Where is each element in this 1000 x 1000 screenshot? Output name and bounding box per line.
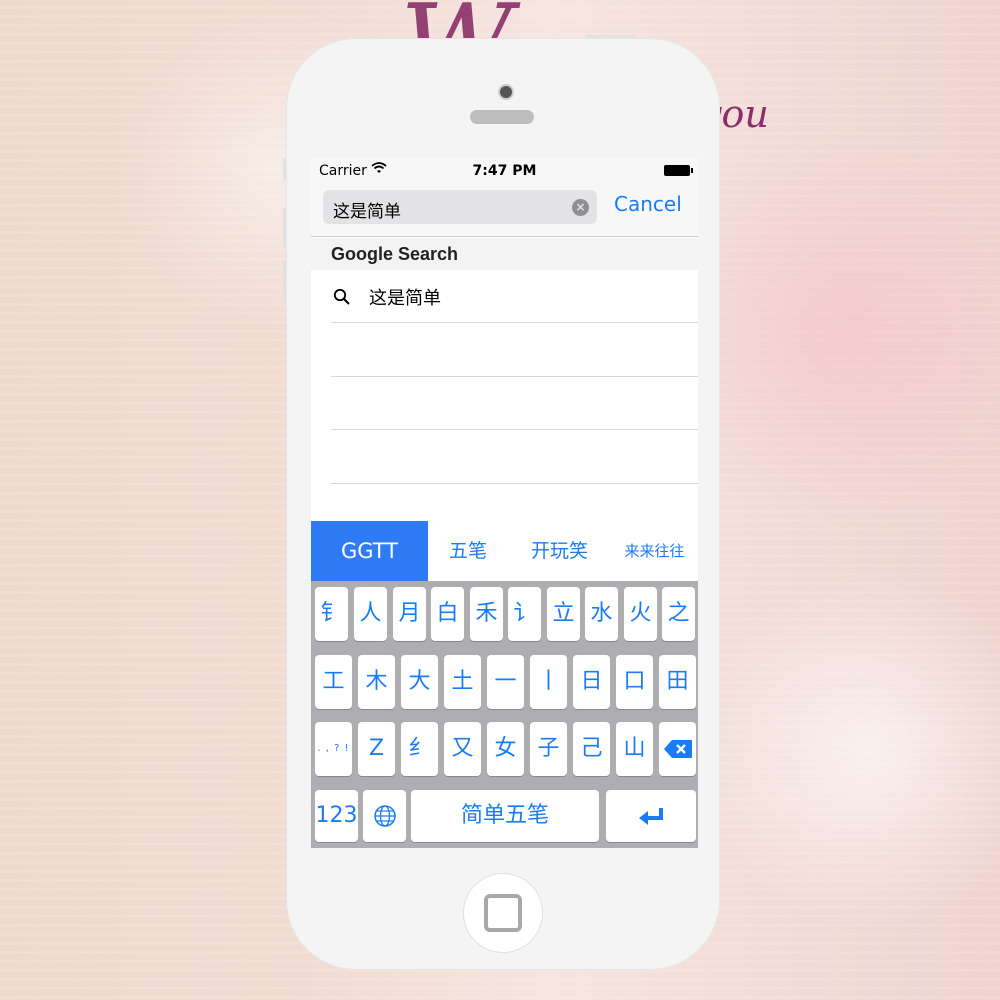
- mute-switch: [283, 158, 286, 180]
- keyboard: 钅 人 月 白 禾 讠 立 水 火 之 工 木 大 土 一 丨 日 口 田 . …: [311, 581, 698, 848]
- suggestion-text: 这是简单: [369, 288, 441, 309]
- search-bar: 这是简单 × Cancel: [311, 184, 698, 237]
- search-suggestion-row[interactable]: 这是简单: [331, 270, 698, 323]
- candidate-item[interactable]: 五笔: [428, 521, 508, 581]
- key[interactable]: 月: [393, 587, 426, 641]
- backspace-icon: [659, 722, 696, 765]
- key[interactable]: 丨: [530, 655, 567, 709]
- key[interactable]: 讠: [508, 587, 541, 641]
- status-time: 7:47 PM: [472, 163, 537, 179]
- key[interactable]: Z: [358, 722, 395, 776]
- key[interactable]: 人: [354, 587, 387, 641]
- key[interactable]: 水: [585, 587, 618, 641]
- home-square-icon: [484, 894, 522, 932]
- key[interactable]: 大: [401, 655, 438, 709]
- key[interactable]: 土: [444, 655, 481, 709]
- earpiece-speaker: [470, 110, 534, 124]
- symbols-key[interactable]: . , ? !: [315, 722, 352, 776]
- key[interactable]: 田: [659, 655, 696, 709]
- key[interactable]: 钅: [315, 587, 348, 641]
- backspace-key[interactable]: [659, 722, 696, 776]
- globe-key[interactable]: [363, 790, 406, 842]
- empty-row: [331, 377, 698, 430]
- globe-icon: [363, 790, 406, 834]
- clear-icon[interactable]: ×: [572, 199, 589, 216]
- key[interactable]: 立: [547, 587, 580, 641]
- power-button: [586, 35, 636, 38]
- return-icon: [606, 790, 696, 832]
- cancel-button[interactable]: Cancel: [614, 192, 682, 216]
- search-input[interactable]: 这是简单 ×: [323, 190, 597, 224]
- home-button[interactable]: [464, 874, 542, 952]
- front-camera: [498, 84, 514, 100]
- key[interactable]: 又: [444, 722, 481, 776]
- section-header: Google Search: [311, 238, 698, 270]
- key[interactable]: 日: [573, 655, 610, 709]
- phone-screen: Carrier 7:47 PM 这是简单 × Cancel Google Sea…: [311, 158, 698, 848]
- key[interactable]: 山: [616, 722, 653, 776]
- search-icon: [333, 288, 351, 310]
- key[interactable]: 一: [487, 655, 524, 709]
- key[interactable]: 工: [315, 655, 352, 709]
- empty-row: [331, 324, 698, 377]
- key[interactable]: 子: [530, 722, 567, 776]
- candidate-item[interactable]: 开玩笑: [508, 521, 611, 581]
- empty-row: [331, 431, 698, 484]
- volume-up-button: [283, 208, 286, 248]
- key[interactable]: 女: [487, 722, 524, 776]
- key[interactable]: 口: [616, 655, 653, 709]
- search-input-text: 这是简单: [333, 202, 401, 222]
- candidate-item[interactable]: 来来往往: [611, 521, 698, 581]
- candidate-item[interactable]: GGTT: [311, 521, 428, 581]
- key[interactable]: 木: [358, 655, 395, 709]
- numbers-key[interactable]: 123: [315, 790, 358, 842]
- key[interactable]: 之: [662, 587, 695, 641]
- key[interactable]: 禾: [470, 587, 503, 641]
- candidate-bar: GGTT 五笔 开玩笑 来来往往: [311, 521, 698, 581]
- status-bar: Carrier 7:47 PM: [311, 158, 698, 184]
- battery-icon: [664, 165, 693, 176]
- key[interactable]: 己: [573, 722, 610, 776]
- space-key[interactable]: 简单五笔: [411, 790, 599, 842]
- return-key[interactable]: [606, 790, 696, 842]
- volume-down-button: [283, 260, 286, 300]
- key[interactable]: 火: [624, 587, 657, 641]
- key[interactable]: 纟: [401, 722, 438, 776]
- section-title: Google Search: [331, 244, 459, 264]
- key[interactable]: 白: [431, 587, 464, 641]
